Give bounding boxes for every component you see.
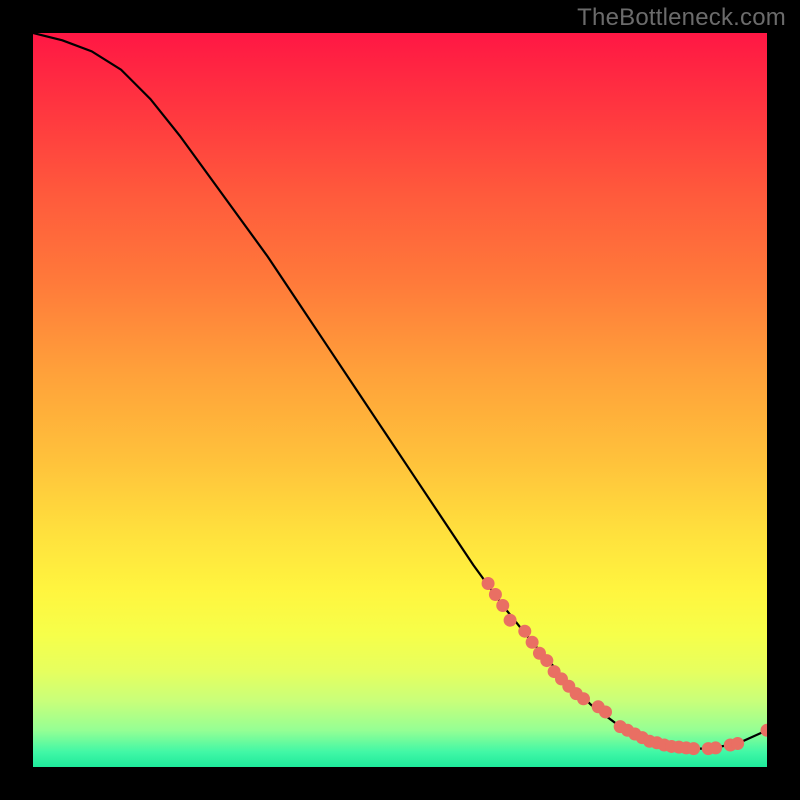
watermark-text: TheBottleneck.com	[577, 4, 786, 32]
chart-stage: TheBottleneck.com	[0, 0, 800, 800]
chart-gradient-background	[33, 33, 767, 767]
